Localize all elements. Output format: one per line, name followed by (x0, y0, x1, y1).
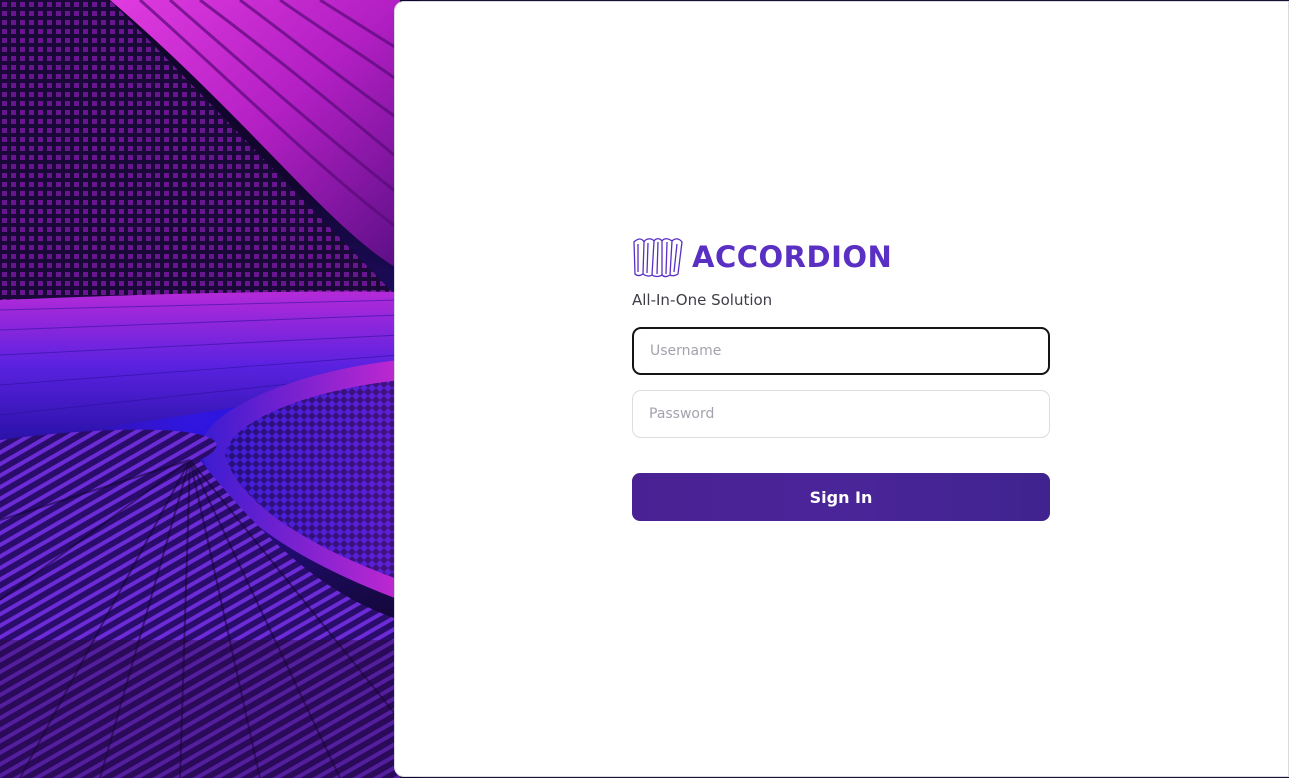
brand-tagline: All-In-One Solution (632, 291, 773, 309)
hero-background-image (0, 0, 420, 778)
login-panel: ACCORDION All-In-One Solution Sign In (394, 1, 1289, 777)
login-form: ACCORDION All-In-One Solution Sign In (632, 236, 1050, 521)
username-input[interactable] (632, 327, 1050, 375)
brand-header: ACCORDION (632, 236, 1050, 278)
accordion-icon (632, 236, 684, 278)
password-input[interactable] (632, 390, 1050, 438)
brand-name: ACCORDION (692, 240, 893, 274)
sign-in-button[interactable]: Sign In (632, 473, 1050, 521)
login-window: ACCORDION All-In-One Solution Sign In (0, 0, 1289, 778)
